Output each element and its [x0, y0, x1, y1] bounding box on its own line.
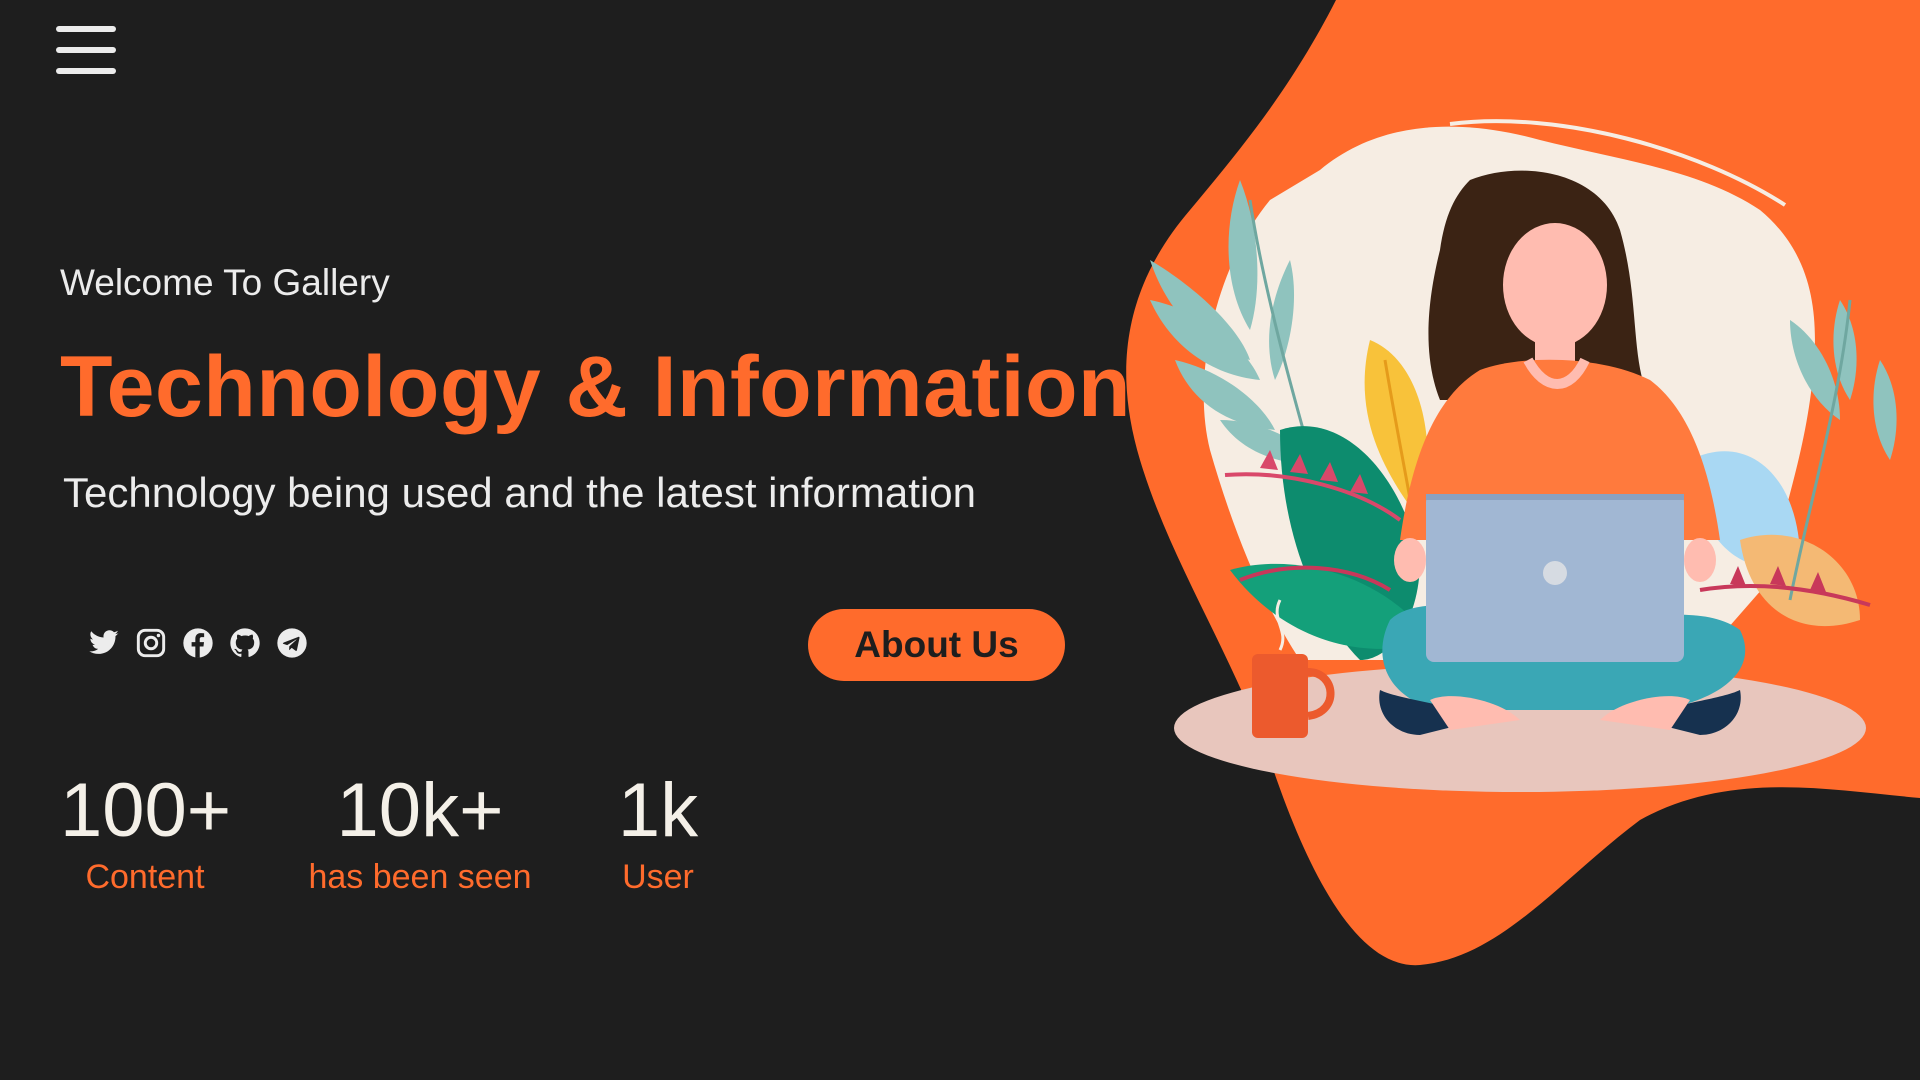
twitter-icon[interactable] [88, 627, 120, 659]
orange-blob-shape [1126, 0, 1920, 966]
orange-sweater-shape [1400, 359, 1720, 540]
stat-views: 10k+ has been seen [300, 770, 540, 897]
facebook-icon[interactable] [182, 627, 214, 659]
stat-value: 10k+ [336, 768, 504, 853]
stat-label: User [622, 858, 694, 896]
stat-value: 1k [617, 768, 699, 853]
telegram-icon[interactable] [276, 627, 308, 659]
cream-backdrop-shape [1203, 126, 1815, 660]
hero-illustration [1126, 0, 1920, 966]
hair-shape [1428, 170, 1650, 400]
stat-label: Content [85, 858, 205, 896]
hamburger-menu-icon[interactable] [56, 26, 116, 74]
github-icon[interactable] [229, 627, 261, 659]
coffee-mug-shape [1252, 654, 1308, 738]
teal-pants-shape [1382, 605, 1746, 710]
page-subtitle: Technology being used and the latest inf… [63, 469, 976, 516]
stat-content: 100+ Content [60, 768, 232, 897]
welcome-text: Welcome To Gallery [60, 262, 390, 303]
menu-bar [56, 68, 116, 74]
menu-bar [56, 47, 116, 53]
stat-value: 100+ [60, 768, 232, 853]
landing-page: Welcome To Gallery Technology & Informat… [0, 0, 1920, 1080]
page-title: Technology & Information [60, 339, 1132, 435]
instagram-icon[interactable] [135, 627, 167, 659]
social-links [88, 627, 308, 659]
floor-shadow-shape [1174, 664, 1866, 792]
laptop-shape [1426, 494, 1684, 662]
about-us-button[interactable]: About Us [808, 609, 1065, 681]
stat-users: 1k User [598, 770, 718, 897]
menu-bar [56, 26, 116, 32]
stat-label: has been seen [308, 858, 532, 896]
